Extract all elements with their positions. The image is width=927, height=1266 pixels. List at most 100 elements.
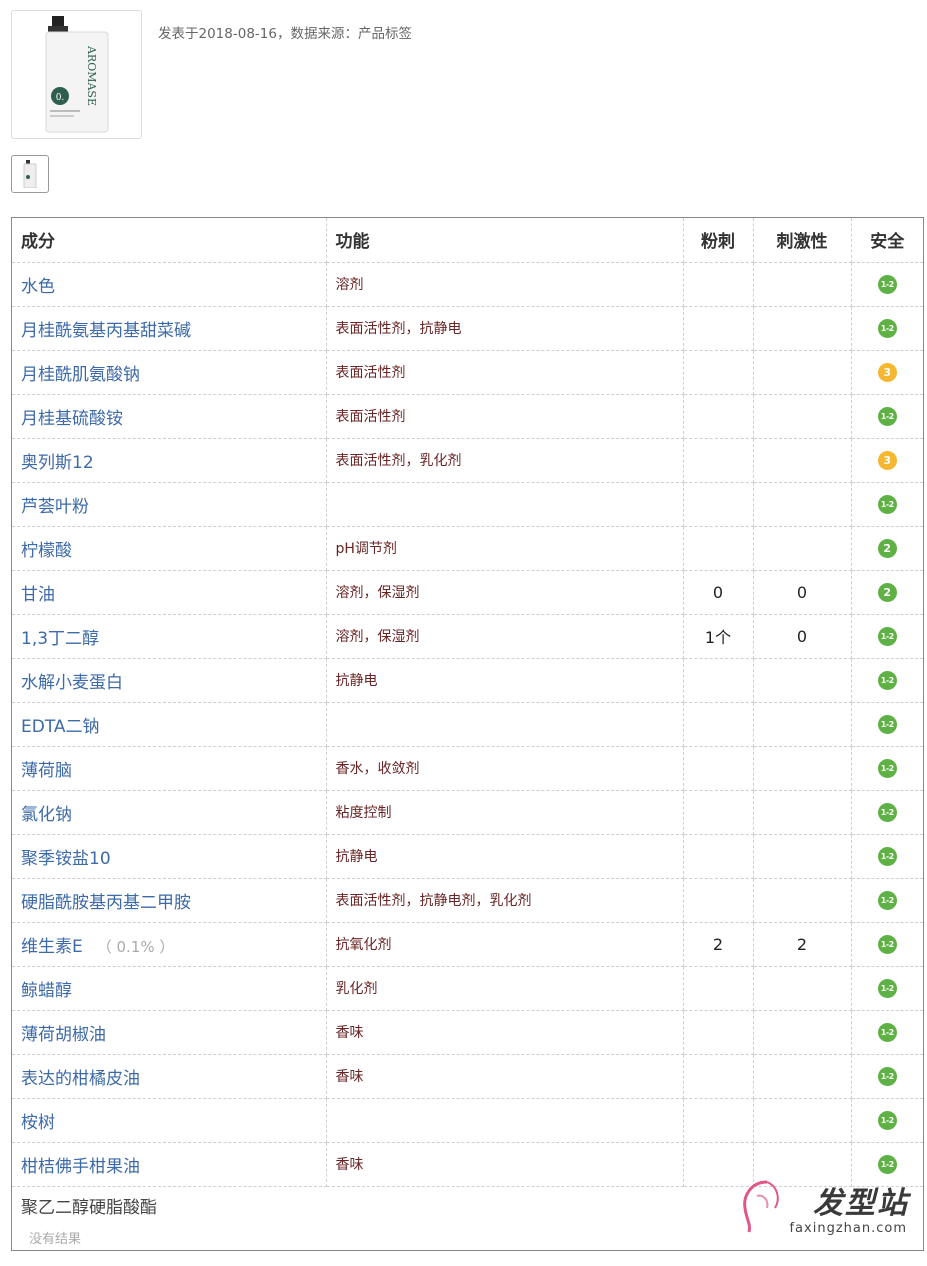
table-row[interactable]: EDTA二钠 1-2 [12, 702, 923, 747]
safety-cell: 2 [851, 570, 923, 615]
safety-score-badge[interactable]: 1-2 [877, 1067, 897, 1086]
safety-cell: 1-2 [851, 262, 923, 307]
safety-cell: 1-2 [851, 790, 923, 835]
safety-score-badge[interactable]: 1-2 [877, 759, 897, 778]
ingredient-name-link[interactable]: 月桂基硫酸铵 [21, 409, 123, 429]
table-row[interactable]: 1,3丁二醇 溶剂，保湿剂 1个 0 1-2 [12, 614, 923, 659]
ingredient-name-cell: 水色 [12, 262, 327, 307]
table-row[interactable]: 薄荷胡椒油 香味 1-2 [12, 1010, 923, 1055]
safety-score-badge[interactable]: 3 [877, 363, 897, 382]
irritation-rating: 2 [753, 922, 852, 967]
safety-score-badge[interactable]: 1-2 [877, 803, 897, 822]
header-ingredient: 成分 [12, 218, 327, 263]
ingredient-name-cell: 表达的柑橘皮油 [12, 1054, 327, 1099]
ingredient-function: 香水，收敛剂 [326, 746, 684, 791]
ingredient-name-link[interactable]: 水色 [21, 277, 55, 297]
table-row[interactable]: 月桂基硫酸铵 表面活性剂 1-2 [12, 394, 923, 439]
safety-score-badge[interactable]: 1-2 [877, 935, 897, 954]
irritation-rating [753, 702, 852, 747]
product-thumbnail[interactable] [11, 155, 49, 193]
irritation-rating [753, 878, 852, 923]
safety-score-badge[interactable]: 2 [877, 539, 897, 558]
table-row[interactable]: 维生素E （ 0.1% ）抗氧化剂 2 2 1-2 [12, 922, 923, 967]
safety-score-badge[interactable]: 1-2 [877, 671, 897, 690]
ingredient-function: 香味 [326, 1010, 684, 1055]
ingredient-name-link[interactable]: 表达的柑橘皮油 [21, 1069, 140, 1089]
table-row[interactable]: 桉树 1-2 [12, 1098, 923, 1143]
table-row[interactable]: 薄荷脑 香水，收敛剂 1-2 [12, 746, 923, 791]
safety-score-badge[interactable]: 3 [877, 451, 897, 470]
safety-score-badge[interactable]: 1-2 [877, 715, 897, 734]
safety-score-badge[interactable]: 1-2 [877, 275, 897, 294]
acne-rating [683, 746, 754, 791]
ingredient-name-link[interactable]: 甘油 [21, 585, 55, 605]
table-row[interactable]: 水解小麦蛋白 抗静电 1-2 [12, 658, 923, 703]
ingredient-name-link[interactable]: 月桂酰氨基丙基甜菜碱 [21, 321, 191, 341]
ingredient-name-link[interactable]: 氯化钠 [21, 805, 72, 825]
table-row[interactable]: 水色 溶剂 1-2 [12, 262, 923, 307]
ingredient-function [326, 702, 684, 747]
safety-score-badge[interactable]: 2 [877, 583, 897, 602]
watermark-logo-text: 发型站 [813, 1186, 909, 1221]
ingredient-name-link[interactable]: 硬脂酰胺基丙基二甲胺 [21, 893, 191, 913]
table-row[interactable]: 奥列斯12 表面活性剂，乳化剂 3 [12, 438, 923, 483]
ingredient-name-link[interactable]: 薄荷脑 [21, 761, 72, 781]
safety-score-badge[interactable]: 1-2 [877, 1023, 897, 1042]
safety-cell: 1-2 [851, 922, 923, 967]
safety-score-badge[interactable]: 1-2 [877, 495, 897, 514]
table-row[interactable]: 柠檬酸 pH调节剂 2 [12, 526, 923, 571]
ingredient-name-link[interactable]: 薄荷胡椒油 [21, 1025, 106, 1045]
ingredient-function: 表面活性剂 [326, 350, 684, 395]
safety-score-badge[interactable]: 1-2 [877, 1155, 897, 1174]
ingredient-name-link[interactable]: 桉树 [21, 1113, 55, 1133]
safety-cell: 2 [851, 526, 923, 571]
ingredient-name-link[interactable]: EDTA二钠 [21, 717, 100, 737]
ingredient-function: 表面活性剂 [326, 394, 684, 439]
irritation-rating [753, 658, 852, 703]
safety-score-badge[interactable]: 1-2 [877, 891, 897, 910]
ingredient-name-link[interactable]: 柑桔佛手柑果油 [21, 1157, 140, 1177]
safety-score-badge[interactable]: 1-2 [877, 847, 897, 866]
table-row[interactable]: 硬脂酰胺基丙基二甲胺 表面活性剂，抗静电剂，乳化剂 1-2 [12, 878, 923, 923]
acne-rating [683, 1054, 754, 1099]
irritation-rating: 0 [753, 570, 852, 615]
table-row[interactable]: 月桂酰肌氨酸钠 表面活性剂 3 [12, 350, 923, 395]
irritation-rating [753, 790, 852, 835]
ingredient-function: 表面活性剂，乳化剂 [326, 438, 684, 483]
table-row[interactable]: 月桂酰氨基丙基甜菜碱 表面活性剂，抗静电 1-2 [12, 306, 923, 351]
header-safety: 安全 [851, 218, 923, 263]
safety-score-badge[interactable]: 1-2 [877, 1111, 897, 1130]
safety-score-badge[interactable]: 1-2 [877, 407, 897, 426]
ingredient-function: 表面活性剂，抗静电 [326, 306, 684, 351]
ingredient-name-link[interactable]: 鲸蜡醇 [21, 981, 72, 1001]
table-row[interactable]: 表达的柑橘皮油 香味 1-2 [12, 1054, 923, 1099]
ingredient-name-link[interactable]: 奥列斯12 [21, 453, 94, 473]
svg-text:0.: 0. [55, 93, 64, 103]
ingredient-name-cell: 月桂酰氨基丙基甜菜碱 [12, 306, 327, 351]
table-row[interactable]: 芦荟叶粉 1-2 [12, 482, 923, 527]
safety-cell: 1-2 [851, 1054, 923, 1099]
ingredient-function: 抗静电 [326, 658, 684, 703]
site-watermark: 发型站 faxingzhan.com [737, 1176, 917, 1236]
ingredient-name-link[interactable]: 芦荟叶粉 [21, 497, 89, 517]
ingredient-name-link[interactable]: 1,3丁二醇 [21, 629, 99, 649]
ingredient-name-link[interactable]: 维生素E [21, 937, 83, 957]
table-row[interactable]: 氯化钠 粘度控制 1-2 [12, 790, 923, 835]
safety-score-badge[interactable]: 1-2 [877, 319, 897, 338]
header-acne: 粉刺 [683, 218, 754, 263]
table-row[interactable]: 聚季铵盐10 抗静电 1-2 [12, 834, 923, 879]
ingredient-name-link[interactable]: 聚季铵盐10 [21, 849, 111, 869]
product-photo[interactable]: 0. AROMASE [11, 10, 142, 139]
table-row[interactable]: 鲸蜡醇 乳化剂 1-2 [12, 966, 923, 1011]
ingredient-name-link[interactable]: 柠檬酸 [21, 541, 72, 561]
safety-score-badge[interactable]: 1-2 [877, 627, 897, 646]
ingredient-name-cell: 柑桔佛手柑果油 [12, 1142, 327, 1187]
ingredient-function [326, 482, 684, 527]
ingredient-name-link[interactable]: 月桂酰肌氨酸钠 [21, 365, 140, 385]
irritation-rating [753, 1010, 852, 1055]
table-row[interactable]: 甘油 溶剂，保湿剂 0 0 2 [12, 570, 923, 615]
safety-score-badge[interactable]: 1-2 [877, 979, 897, 998]
ingredient-name-link[interactable]: 水解小麦蛋白 [21, 673, 123, 693]
acne-rating [683, 350, 754, 395]
acne-rating [683, 658, 754, 703]
